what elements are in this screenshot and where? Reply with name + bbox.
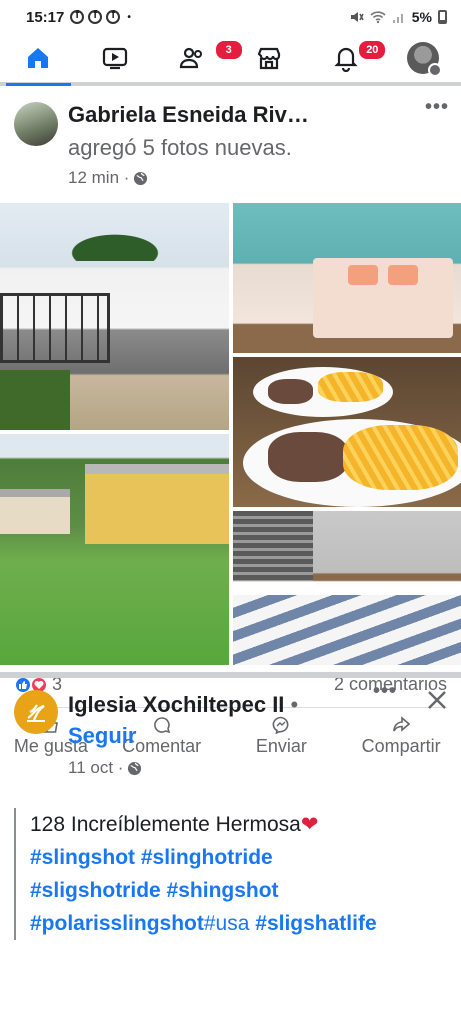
page-name[interactable]: Iglesia Xochiltepec II xyxy=(68,692,284,717)
hashtag-link[interactable]: #sligshatlife xyxy=(255,912,376,935)
bell-icon xyxy=(334,47,358,72)
post-author[interactable]: Gabriela Esneida Riv… xyxy=(68,102,309,128)
house xyxy=(85,464,229,544)
page-avatar[interactable] xyxy=(14,690,58,734)
notifications-badge: 20 xyxy=(357,39,388,61)
post-photo-bedroom[interactable] xyxy=(233,203,461,353)
globe-icon xyxy=(128,761,142,775)
separator-dot: • xyxy=(290,692,299,717)
tab-marketplace[interactable] xyxy=(230,34,307,82)
friends-icon xyxy=(179,47,203,69)
facebook-notification-icon xyxy=(106,9,121,24)
facebook-notification-icon xyxy=(88,9,103,24)
menu-indicator-icon xyxy=(427,63,442,77)
status-dot: • xyxy=(127,11,131,23)
hashtag-line: #polarisslingshot#usa #sligshatlife xyxy=(30,907,454,940)
palm-trees xyxy=(40,221,190,261)
post-time[interactable]: 12 min · xyxy=(68,168,129,188)
fries xyxy=(343,425,458,490)
hashtag-link[interactable]: #polarisslingshot xyxy=(30,912,204,935)
signal-icon xyxy=(392,14,403,23)
post-more-button[interactable]: ••• xyxy=(425,96,449,119)
mute-icon xyxy=(350,12,364,22)
wifi-icon xyxy=(370,11,386,24)
close-icon[interactable] xyxy=(425,688,449,712)
comment-icon xyxy=(153,716,170,733)
hashtag-link[interactable]: #slinghotride xyxy=(141,846,273,869)
messenger-icon xyxy=(273,716,289,734)
marketplace-icon xyxy=(257,47,280,70)
post-photo-gate[interactable] xyxy=(0,203,229,430)
post-photo-house[interactable] xyxy=(0,434,229,665)
top-nav: 3 20 xyxy=(0,34,461,86)
share-label: Compartir xyxy=(361,735,441,756)
post-meta: 11 oct · xyxy=(68,758,142,778)
follow-button[interactable]: Seguir xyxy=(68,723,136,749)
grass xyxy=(0,370,70,430)
steak xyxy=(268,432,348,482)
hashtag-link[interactable]: #slingshot xyxy=(30,846,135,869)
post-author[interactable]: Iglesia Xochiltepec II • xyxy=(68,692,298,718)
post-text-line: 128 Increíblemente Hermosa❤ xyxy=(30,808,454,841)
author-avatar[interactable] xyxy=(14,102,58,146)
post-caption: 128 Increíblemente Hermosa xyxy=(30,813,301,836)
battery-icon xyxy=(438,10,447,24)
facebook-notification-icon xyxy=(70,9,85,24)
post-text: 128 Increíblemente Hermosa❤ #slingshot #… xyxy=(14,808,454,940)
post-meta: 12 min · xyxy=(68,168,148,188)
feed-separator xyxy=(0,672,461,678)
post-action-text: agregó 5 fotos nuevas. xyxy=(68,135,292,160)
tab-profile-menu[interactable] xyxy=(384,34,461,82)
hashtag-text: #usa xyxy=(203,912,250,935)
bed xyxy=(313,258,453,338)
avatar xyxy=(406,42,442,77)
hashtag-line: #sligshotride #shingshot xyxy=(30,874,454,907)
tab-notifications[interactable]: 20 xyxy=(307,34,388,82)
status-time: 15:17 xyxy=(26,8,65,26)
status-bar: 15:17 • 5% xyxy=(0,0,461,34)
send-label: Enviar xyxy=(255,735,307,756)
pillow xyxy=(348,265,378,285)
post-time[interactable]: 11 oct · xyxy=(68,758,123,778)
house xyxy=(0,489,70,534)
home-icon xyxy=(28,48,49,68)
window-blind xyxy=(233,511,313,581)
fries xyxy=(318,372,383,402)
post-more-button[interactable]: ••• xyxy=(373,680,397,703)
globe-icon xyxy=(134,171,148,185)
steak xyxy=(268,379,313,404)
tab-home[interactable] xyxy=(0,34,77,86)
gate xyxy=(0,293,110,363)
hashtag-link[interactable]: #shingshot xyxy=(167,879,279,902)
pillow xyxy=(388,265,418,285)
tab-video[interactable] xyxy=(77,34,154,82)
striped-bedspread xyxy=(233,595,461,665)
share-button[interactable]: Compartir xyxy=(341,712,461,760)
red-heart-emoji-icon: ❤ xyxy=(300,813,319,836)
share-icon xyxy=(393,715,411,732)
church-logo-icon xyxy=(27,704,45,722)
video-icon xyxy=(103,47,128,70)
hashtag-link[interactable]: #sligshotride xyxy=(30,879,161,902)
post-photo-food[interactable] xyxy=(233,357,461,507)
post-photo-bed[interactable] xyxy=(233,511,461,665)
battery-percent: 5% xyxy=(411,9,432,25)
send-button[interactable]: Enviar xyxy=(222,712,342,760)
tab-friends[interactable]: 3 xyxy=(154,34,244,82)
hashtag-line: #slingshot #slinghotride xyxy=(30,841,454,874)
